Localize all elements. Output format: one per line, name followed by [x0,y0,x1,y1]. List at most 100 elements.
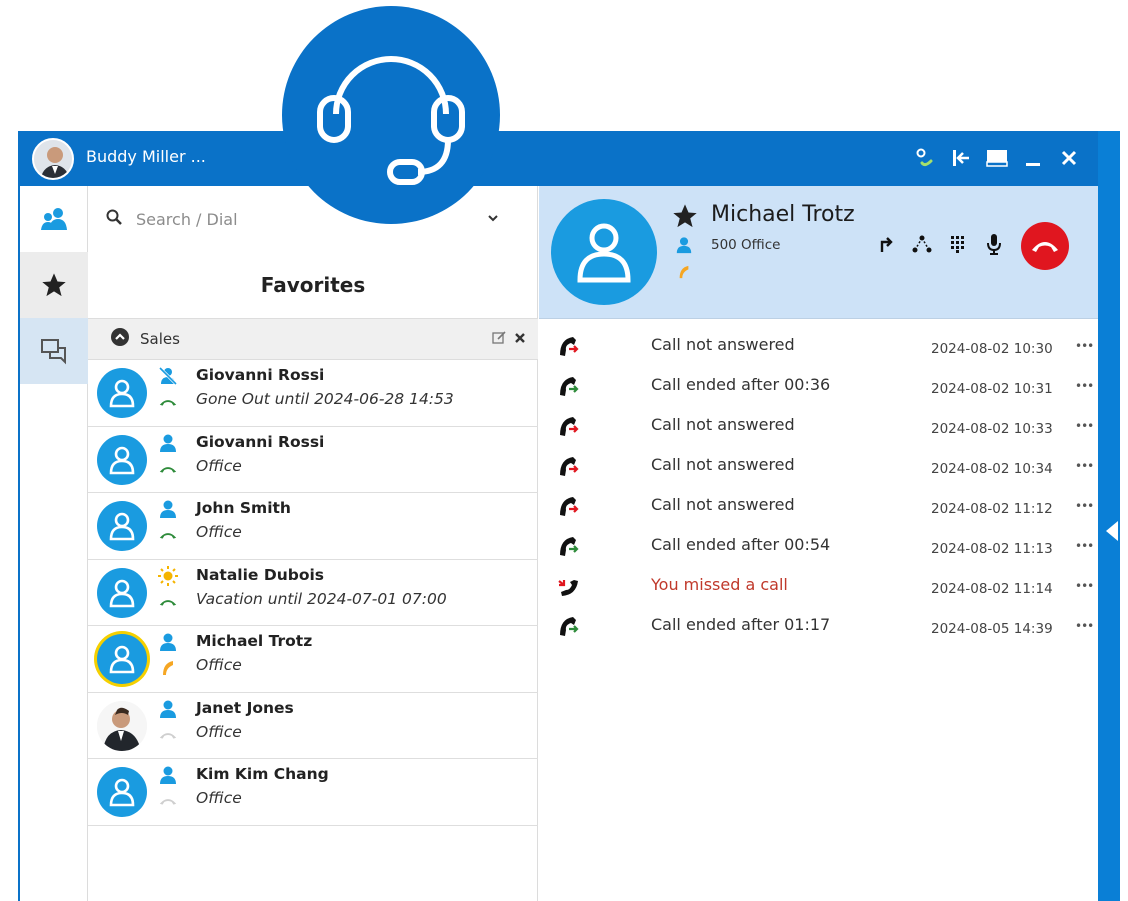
phone-settings-icon[interactable] [914,147,936,169]
outgoing-unanswered-icon [557,495,581,519]
transfer-icon[interactable] [875,233,897,255]
history-time: 2024-08-02 11:13 [931,541,1053,557]
history-row[interactable]: You missed a call 2024-08-02 11:14 ••• [539,567,1100,607]
more-options-icon[interactable]: ••• [1075,579,1094,593]
search-icon [106,209,122,229]
contact-name: Kim Kim Chang [196,765,329,783]
caller-name: Michael Trotz [711,202,855,227]
contact-name: Giovanni Rossi [196,366,325,384]
contact-name: John Smith [196,499,291,517]
avatar [97,634,147,684]
phone-ringing-icon [677,264,691,284]
more-options-icon[interactable]: ••• [1075,459,1094,473]
edit-icon[interactable] [492,329,506,348]
star-icon[interactable] [671,202,699,234]
minimize-icon[interactable] [1022,147,1044,169]
contact-row[interactable]: Michael Trotz Office [88,626,538,693]
contact-status-text: Office [196,523,242,541]
contact-row[interactable]: Giovanni Rossi Office [88,427,538,493]
available-icon [158,699,178,719]
phone-ringing-icon [158,658,178,678]
available-icon [158,632,178,652]
chat-nav-icon[interactable] [20,318,88,384]
more-options-icon[interactable]: ••• [1075,379,1094,393]
available-icon [158,499,178,519]
contact-name: Giovanni Rossi [196,432,325,451]
expand-arrow-icon[interactable] [1106,521,1118,541]
contact-row[interactable]: Janet Jones Office [88,693,538,759]
history-row[interactable]: Call ended after 00:36 2024-08-02 10:31 … [539,367,1100,407]
contact-name: Janet Jones [196,698,294,717]
history-text: Call ended after 00:36 [651,375,831,394]
active-call-header: Michael Trotz 500 Office [539,186,1100,319]
history-row[interactable]: Call not answered 2024-08-02 10:30 ••• [539,327,1100,367]
outgoing-unanswered-icon [557,335,581,359]
dialpad-icon[interactable] [947,233,969,255]
call-history-list: Call not answered 2024-08-02 10:30 ••• C… [539,327,1100,647]
phone-idle-icon [158,592,178,612]
conference-icon[interactable] [911,233,933,255]
history-text: Call not answered [651,415,795,434]
call-panel: Michael Trotz 500 Office Call not answer… [539,186,1100,901]
user-avatar[interactable] [32,138,74,180]
avatar [97,368,147,418]
outgoing-unanswered-icon [557,415,581,439]
history-time: 2024-08-02 11:14 [931,581,1053,597]
history-text: Call ended after 01:17 [651,615,831,634]
contact-row[interactable]: Natalie Dubois Vacation until 2024-07-01… [88,560,538,626]
compact-view-icon[interactable] [986,147,1008,169]
history-text: Call ended after 00:54 [651,535,831,554]
group-header-sales[interactable]: Sales [88,318,538,360]
collapse-icon[interactable] [110,327,130,351]
contact-name: Michael Trotz [196,632,313,650]
history-row[interactable]: Call ended after 01:17 2024-08-05 14:39 … [539,607,1100,647]
avatar [97,567,147,618]
history-row[interactable]: Call not answered 2024-08-02 10:33 ••• [539,407,1100,447]
hangup-button[interactable] [1021,222,1069,270]
history-text: Call not answered [651,495,795,514]
headset-logo-icon [282,6,500,224]
history-text: Call not answered [651,455,795,474]
outgoing-unanswered-icon [557,455,581,479]
user-name[interactable]: Buddy Miller ... [86,147,206,166]
contact-status-text: Vacation until 2024-07-01 07:00 [196,589,447,608]
group-label: Sales [140,330,180,348]
history-time: 2024-08-02 10:31 [931,381,1053,397]
dock-left-icon[interactable] [950,147,972,169]
more-options-icon[interactable]: ••• [1075,419,1094,433]
more-options-icon[interactable]: ••• [1075,499,1094,513]
caller-avatar [551,199,657,305]
contact-status-text: Office [196,789,242,807]
more-options-icon[interactable]: ••• [1075,539,1094,553]
favorites-nav-icon[interactable] [20,252,88,318]
microphone-icon[interactable] [983,233,1005,255]
contact-row[interactable]: Kim Kim Chang Office [88,759,538,826]
history-text: You missed a call [651,575,788,594]
contacts-nav-icon[interactable] [20,186,88,252]
contact-list: Giovanni Rossi Gone Out until 2024-06-28… [88,360,538,826]
history-row[interactable]: Call ended after 00:54 2024-08-02 11:13 … [539,527,1100,567]
contact-status-text: Gone Out until 2024-06-28 14:53 [196,390,454,408]
history-row[interactable]: Call not answered 2024-08-02 11:12 ••• [539,487,1100,527]
outgoing-ended-icon [557,375,581,399]
avatar [97,501,147,551]
available-icon [158,433,178,453]
phone-idle-icon [158,525,178,545]
side-panel-toggle[interactable] [1098,131,1120,901]
more-options-icon[interactable]: ••• [1075,339,1094,353]
title-bar: Buddy Miller ... [20,131,1100,186]
remove-group-icon[interactable] [514,329,526,348]
caller-extension: 500 Office [711,237,781,253]
history-time: 2024-08-02 11:12 [931,501,1053,517]
close-icon[interactable] [1058,147,1080,169]
more-options-icon[interactable]: ••• [1075,619,1094,633]
contact-status-text: Office [196,722,242,741]
contact-row[interactable]: John Smith Office [88,493,538,560]
phone-idle-icon [158,459,178,479]
history-row[interactable]: Call not answered 2024-08-02 10:34 ••• [539,447,1100,487]
contact-row[interactable]: Giovanni Rossi Gone Out until 2024-06-28… [88,360,538,427]
side-nav [20,186,88,901]
avatar [97,767,147,817]
phone-offline-icon [158,791,178,811]
favorites-panel: Favorites Sales [88,186,538,901]
